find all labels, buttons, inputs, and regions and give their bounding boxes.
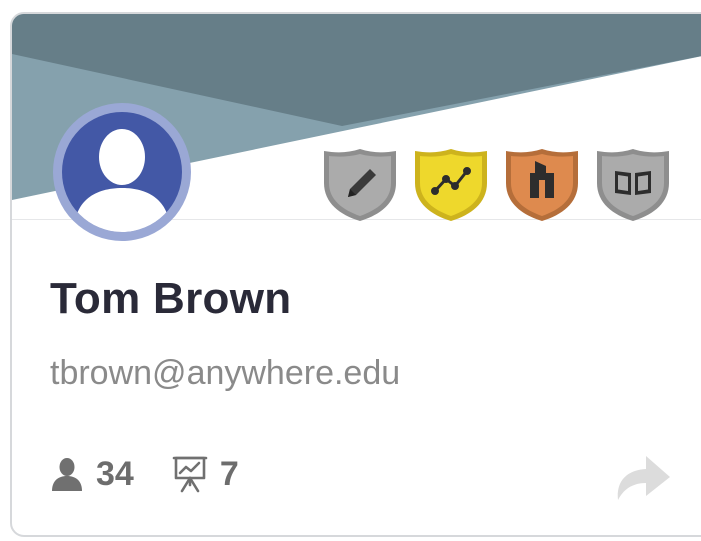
profile-name: Tom Brown <box>50 274 292 323</box>
profile-card: Tom Brown tbrown@anywhere.edu 34 7 <box>10 12 701 537</box>
badge-book[interactable] <box>595 147 671 223</box>
followers-count: 34 <box>96 454 134 493</box>
profile-email[interactable]: tbrown@anywhere.edu <box>50 354 400 393</box>
presentation-board-icon <box>172 456 208 493</box>
followers-stat[interactable]: 34 <box>50 455 134 494</box>
presentations-stat[interactable]: 7 <box>172 455 239 494</box>
badge-pencil[interactable] <box>322 147 398 223</box>
share-icon[interactable] <box>612 450 672 502</box>
profile-stats: 34 7 <box>50 452 277 496</box>
person-icon <box>52 458 82 491</box>
avatar[interactable] <box>52 102 192 242</box>
badge-chart[interactable] <box>413 147 489 223</box>
badge-building[interactable] <box>504 147 580 223</box>
presentations-count: 7 <box>219 454 239 493</box>
